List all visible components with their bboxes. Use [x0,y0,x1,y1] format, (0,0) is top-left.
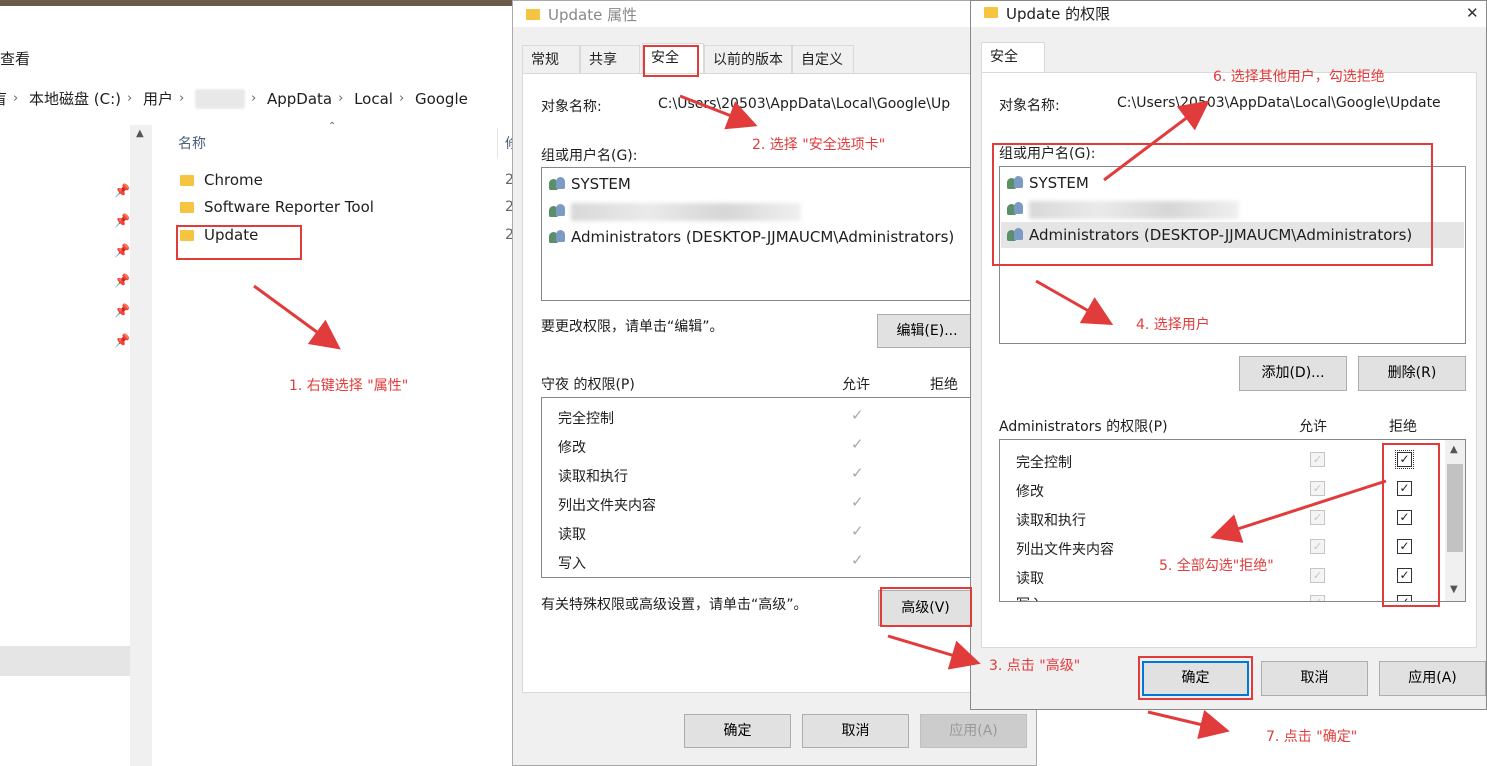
arrow-step7 [1147,709,1230,740]
arrow-step6 [1103,100,1210,182]
arrow-step4 [1035,279,1114,325]
annotation-arrows [253,94,1387,740]
arrow-step1 [253,284,341,350]
arrow-step2 [679,94,758,130]
arrow-step3 [887,634,981,670]
arrow-step5 [1210,479,1387,543]
